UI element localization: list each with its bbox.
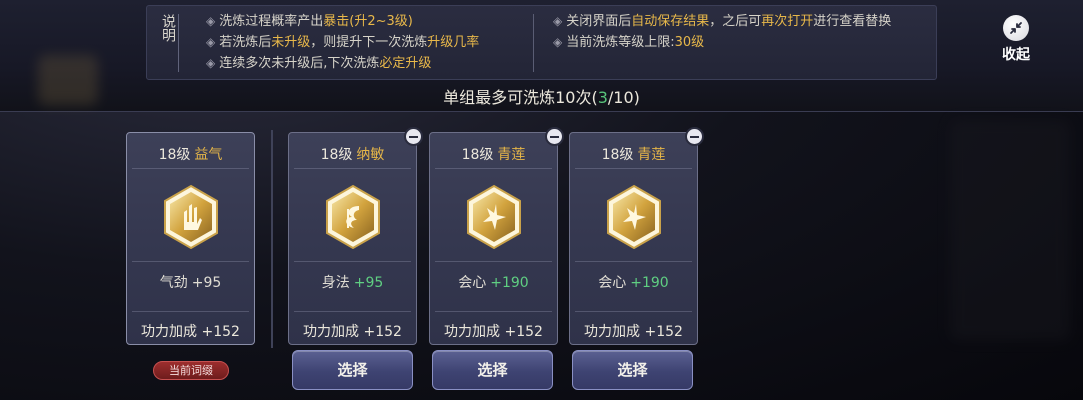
cards-divider [271,130,273,348]
reforge-count-headline: 单组最多可洗炼10次(3/10) [443,88,640,107]
card-separator [294,261,411,262]
card-power: 功力加成 +152 [141,324,240,340]
palm-icon [162,184,220,250]
card-separator [435,311,552,312]
collapse-label: 收起 [1002,47,1030,63]
select-button[interactable]: 选择 [292,350,413,390]
minus-icon [409,135,418,138]
info-panel: 说明 ◈ 洗炼过程概率产出暴击(升2~3级) ◈ 若洗炼后未升级，则提升下一次洗炼升… [146,5,937,80]
collapse-button[interactable]: 收起 [994,15,1038,65]
reforge-screen: 说明 ◈ 洗炼过程概率产出暴击(升2~3级) ◈ 若洗炼后未升级，则提升下一次洗炼升… [0,0,1083,400]
info-line: ◈ 洗炼过程概率产出暴击(升2~3级) [206,14,413,29]
card-separator [435,168,552,169]
info-line: ◈ 当前洗炼等级上限:30级 [553,35,705,50]
result-card: 18级 纳敏 身法 +95 功力加成 +152 [288,127,423,345]
background-decoration-right [950,120,1070,340]
card-power: 功力加成 +152 [444,324,543,340]
card-stat: 身法 +95 [321,275,384,291]
card-separator [132,311,249,312]
card-title: 18级 青莲 [601,147,666,163]
card-stat: 会心 +190 [598,275,669,291]
info-line: ◈ 连续多次未升级后,下次洗炼必定升级 [206,56,432,71]
card-stat: 气劲 +95 [159,275,222,291]
info-line: ◈ 关闭界面后自动保存结果，之后可再次打开进行查看替换 [553,14,892,29]
card-separator [575,168,692,169]
card-power: 功力加成 +152 [303,324,402,340]
card-title: 18级 青莲 [461,147,526,163]
card-title: 18级 纳敏 [320,147,385,163]
card-title: 18级 益气 [158,147,223,163]
select-button[interactable]: 选择 [572,350,693,390]
minus-icon [690,135,699,138]
info-right-column: ◈ 关闭界面后自动保存结果，之后可再次打开进行查看替换 ◈ 当前洗炼等级上限:30级 [553,11,891,53]
card-stat: 会心 +190 [458,275,529,291]
diamond-bullet-icon: ◈ [206,35,216,49]
result-card: 18级 青莲 会心 +190 功力加成 +152 [569,127,704,345]
card-separator [575,261,692,262]
info-left-column: ◈ 洗炼过程概率产出暴击(升2~3级) ◈ 若洗炼后未升级，则提升下一次洗炼升级几率… [206,11,479,74]
info-side-label: 说明 [157,14,179,72]
diamond-bullet-icon: ◈ [553,35,563,49]
diamond-bullet-icon: ◈ [206,14,216,28]
info-divider [533,14,534,72]
diamond-bullet-icon: ◈ [553,14,563,28]
collapse-arrows-icon [1003,15,1029,41]
card-separator [294,168,411,169]
card-separator [575,311,692,312]
swirl-icon [324,184,382,250]
current-affix-card: 18级 益气 气劲 +95 功力加成 +152 [126,132,255,345]
diamond-bullet-icon: ◈ [206,56,216,70]
card-separator [294,311,411,312]
reforge-count-current: 3 [597,88,608,107]
card-separator [435,261,552,262]
card-separator [132,261,249,262]
minus-icon [550,135,559,138]
lotus-star-icon [605,184,663,250]
result-card: 18级 青莲 会心 +190 功力加成 +152 [429,127,564,345]
lotus-star-icon [465,184,523,250]
current-affix-tag: 当前词缀 [153,361,229,380]
card-power: 功力加成 +152 [584,324,683,340]
info-line: ◈ 若洗炼后未升级，则提升下一次洗炼升级几率 [206,35,480,50]
select-button[interactable]: 选择 [432,350,553,390]
card-separator [132,168,249,169]
